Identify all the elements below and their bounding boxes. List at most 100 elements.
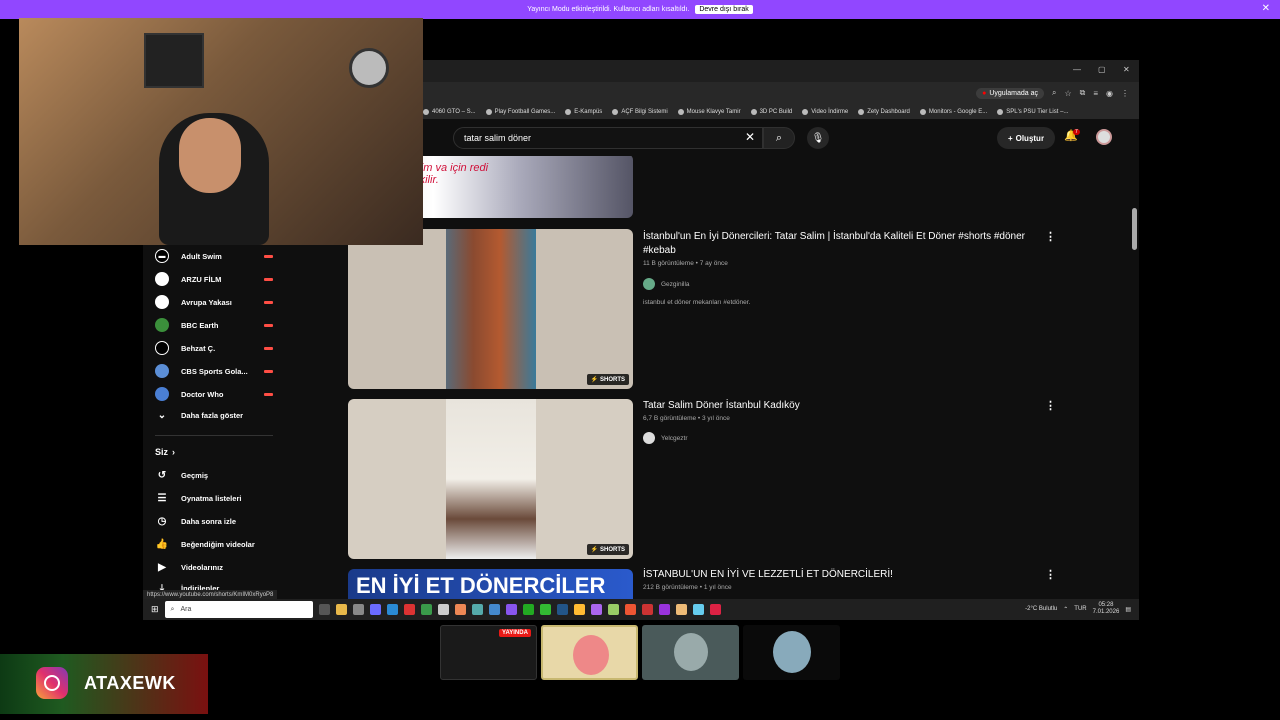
notification-center-icon[interactable]: ▤ [1125,606,1131,613]
video-title[interactable]: Tatar Salim Döner İstanbul Kadıköy [643,399,1038,413]
excel-icon[interactable] [420,604,432,615]
search-input[interactable]: tatar salim döner [453,127,763,149]
whatsapp-icon[interactable] [522,604,534,615]
channel-link[interactable]: Gezginilla [643,278,690,290]
open-in-app-button[interactable]: ● Uygulamada aç [976,87,1044,99]
bookmark-item[interactable]: E-Kampüs [565,108,602,115]
chevron-up-icon[interactable]: ⌃ [1063,606,1068,613]
sidebar-item-subscription[interactable]: BBC Earth [155,318,275,332]
bookmark-item[interactable]: Video İndirme [802,108,849,115]
minimize-icon[interactable]: — [1073,65,1081,74]
extensions-icon[interactable]: ⧉ [1080,88,1086,98]
bookmark-item[interactable]: SPL's PSU Tier List –... [997,108,1068,115]
disable-streamer-mode-button[interactable]: Devre dışı bırak [695,5,753,14]
sidebar-item-subscription[interactable]: Behzat Ç. [155,341,275,355]
app-icon[interactable] [488,604,500,615]
steam-icon[interactable] [386,604,398,615]
search-results: Dilim va için redi çekilir. ⚡ SHORTS İst… [343,156,1133,606]
more-actions-icon[interactable]: ⋮ [1045,399,1056,412]
bookmark-item[interactable]: Zety Dashboard [858,108,910,115]
app-icon[interactable] [454,604,466,615]
file-explorer-icon[interactable] [335,604,347,615]
sidebar-item-playlists[interactable]: ☰ Oynatma listeleri [155,493,275,504]
webcam-overlay [19,18,423,245]
live-indicator-icon [264,300,273,304]
app-icon[interactable] [471,604,483,615]
brave-icon[interactable] [624,604,636,615]
language-indicator[interactable]: TUR [1074,606,1086,612]
chrome-icon[interactable] [573,604,585,615]
task-view-icon[interactable] [318,604,330,615]
sidebar-item-subscription[interactable]: ARZU FİLM [155,272,275,286]
sidebar-item-your-videos[interactable]: ▶ Videolarınız [155,562,275,573]
sidebar-item-subscription[interactable]: Avrupa Yakası [155,295,275,309]
bookmark-item[interactable]: Monitors - Google E... [919,108,987,115]
more-actions-icon[interactable]: ⋮ [1045,230,1056,243]
app-icon[interactable] [539,604,551,615]
sidebar-item-watch-later[interactable]: ◷ Daha sonra izle [155,516,275,527]
streamer-bar-close-icon[interactable]: ✕ [1262,3,1270,14]
bookmark-item[interactable]: Mouse Klavye Tamir [677,108,741,115]
avatar [573,635,609,675]
video-title[interactable]: İSTANBUL'UN EN İYİ VE LEZZETLİ ET DÖNERC… [643,568,1038,582]
sidebar-item-subscription[interactable]: ▬ Adult Swim [155,249,275,263]
app-icon[interactable] [607,604,619,615]
sidebar-item-history[interactable]: ↺ Geçmiş [155,470,275,481]
video-meta: 6,7 B görüntüleme • 3 yıl önce [643,415,730,422]
sidebar-item-subscription[interactable]: Doctor Who [155,387,275,401]
shorts-label: SHORTS [599,547,625,553]
play-icon: ▶ [158,562,166,573]
create-label: Oluştur [1015,133,1045,143]
menu-icon[interactable]: ⋮ [1121,89,1129,98]
bookmark-item[interactable]: 3D PC Build [750,108,792,115]
sidebar-item-liked-videos[interactable]: 👍 Beğendiğim videolar [155,539,275,550]
app-icon[interactable] [437,604,449,615]
opera-icon[interactable] [403,604,415,615]
scrollbar[interactable] [1132,208,1137,250]
app-icon[interactable] [590,604,602,615]
bookmark-item[interactable]: 4060 GTO – S... [423,108,476,115]
clock[interactable]: 05:28 7.01.2026 [1093,602,1120,616]
taskbar-search-input[interactable]: ⌕ Ara [164,601,313,618]
video-title[interactable]: İstanbul'un En İyi Dönercileri: Tatar Sa… [643,230,1038,258]
show-more-button[interactable]: ⌄ Daha fazla göster [155,410,275,421]
avatar[interactable] [1096,129,1112,145]
channel-link[interactable]: Yelcgeztr [643,432,688,444]
preview-thumbnail[interactable] [642,625,739,680]
bookmark-item[interactable]: Play Football Games... [485,108,555,115]
preview-thumbnail[interactable]: YAYINDA [440,625,537,680]
steam-icon[interactable] [556,604,568,615]
video-thumbnail[interactable]: ⚡ SHORTS [348,229,633,389]
sidebar-item-label: ARZU FİLM [181,274,222,284]
bookmark-icon [423,108,429,115]
reading-list-icon[interactable]: ≡ [1093,89,1098,98]
video-thumbnail[interactable]: ⚡ SHORTS [348,399,633,559]
app-icon[interactable] [709,604,721,615]
voice-search-button[interactable]: 🎙 [807,127,829,149]
more-actions-icon[interactable]: ⋮ [1045,568,1056,581]
star-icon[interactable]: ☆ [1064,89,1071,98]
zoom-icon[interactable]: ⌕ [1052,88,1056,98]
app-icon[interactable] [692,604,704,615]
sidebar-item-subscription[interactable]: CBS Sports Gola... [155,364,275,378]
create-button[interactable]: + Oluştur [997,127,1055,149]
preview-thumbnail[interactable] [541,625,638,680]
search-button[interactable]: ⌕ [763,127,795,149]
app-icon[interactable] [675,604,687,615]
you-section-header[interactable]: Siz › [155,447,275,457]
weather-widget[interactable]: -2°C Bulutlu [1025,606,1057,612]
windows-start-icon[interactable]: ⊞ [151,604,159,615]
app-icon[interactable] [658,604,670,615]
bookmark-label: Video İndirme [811,108,849,115]
clear-search-icon[interactable]: ✕ [745,130,755,144]
settings-icon[interactable] [352,604,364,615]
profile-icon[interactable]: ◉ [1106,89,1113,98]
app-icon[interactable] [505,604,517,615]
app-icon[interactable] [641,604,653,615]
close-window-icon[interactable]: ✕ [1123,65,1130,74]
copilot-icon[interactable] [369,604,381,615]
preview-thumbnail[interactable] [743,625,840,680]
sidebar-item-label: Videolarınız [181,563,223,572]
bookmark-item[interactable]: AÇF Bilgi Sistemi [612,108,668,115]
maximize-icon[interactable]: ▢ [1098,65,1106,74]
